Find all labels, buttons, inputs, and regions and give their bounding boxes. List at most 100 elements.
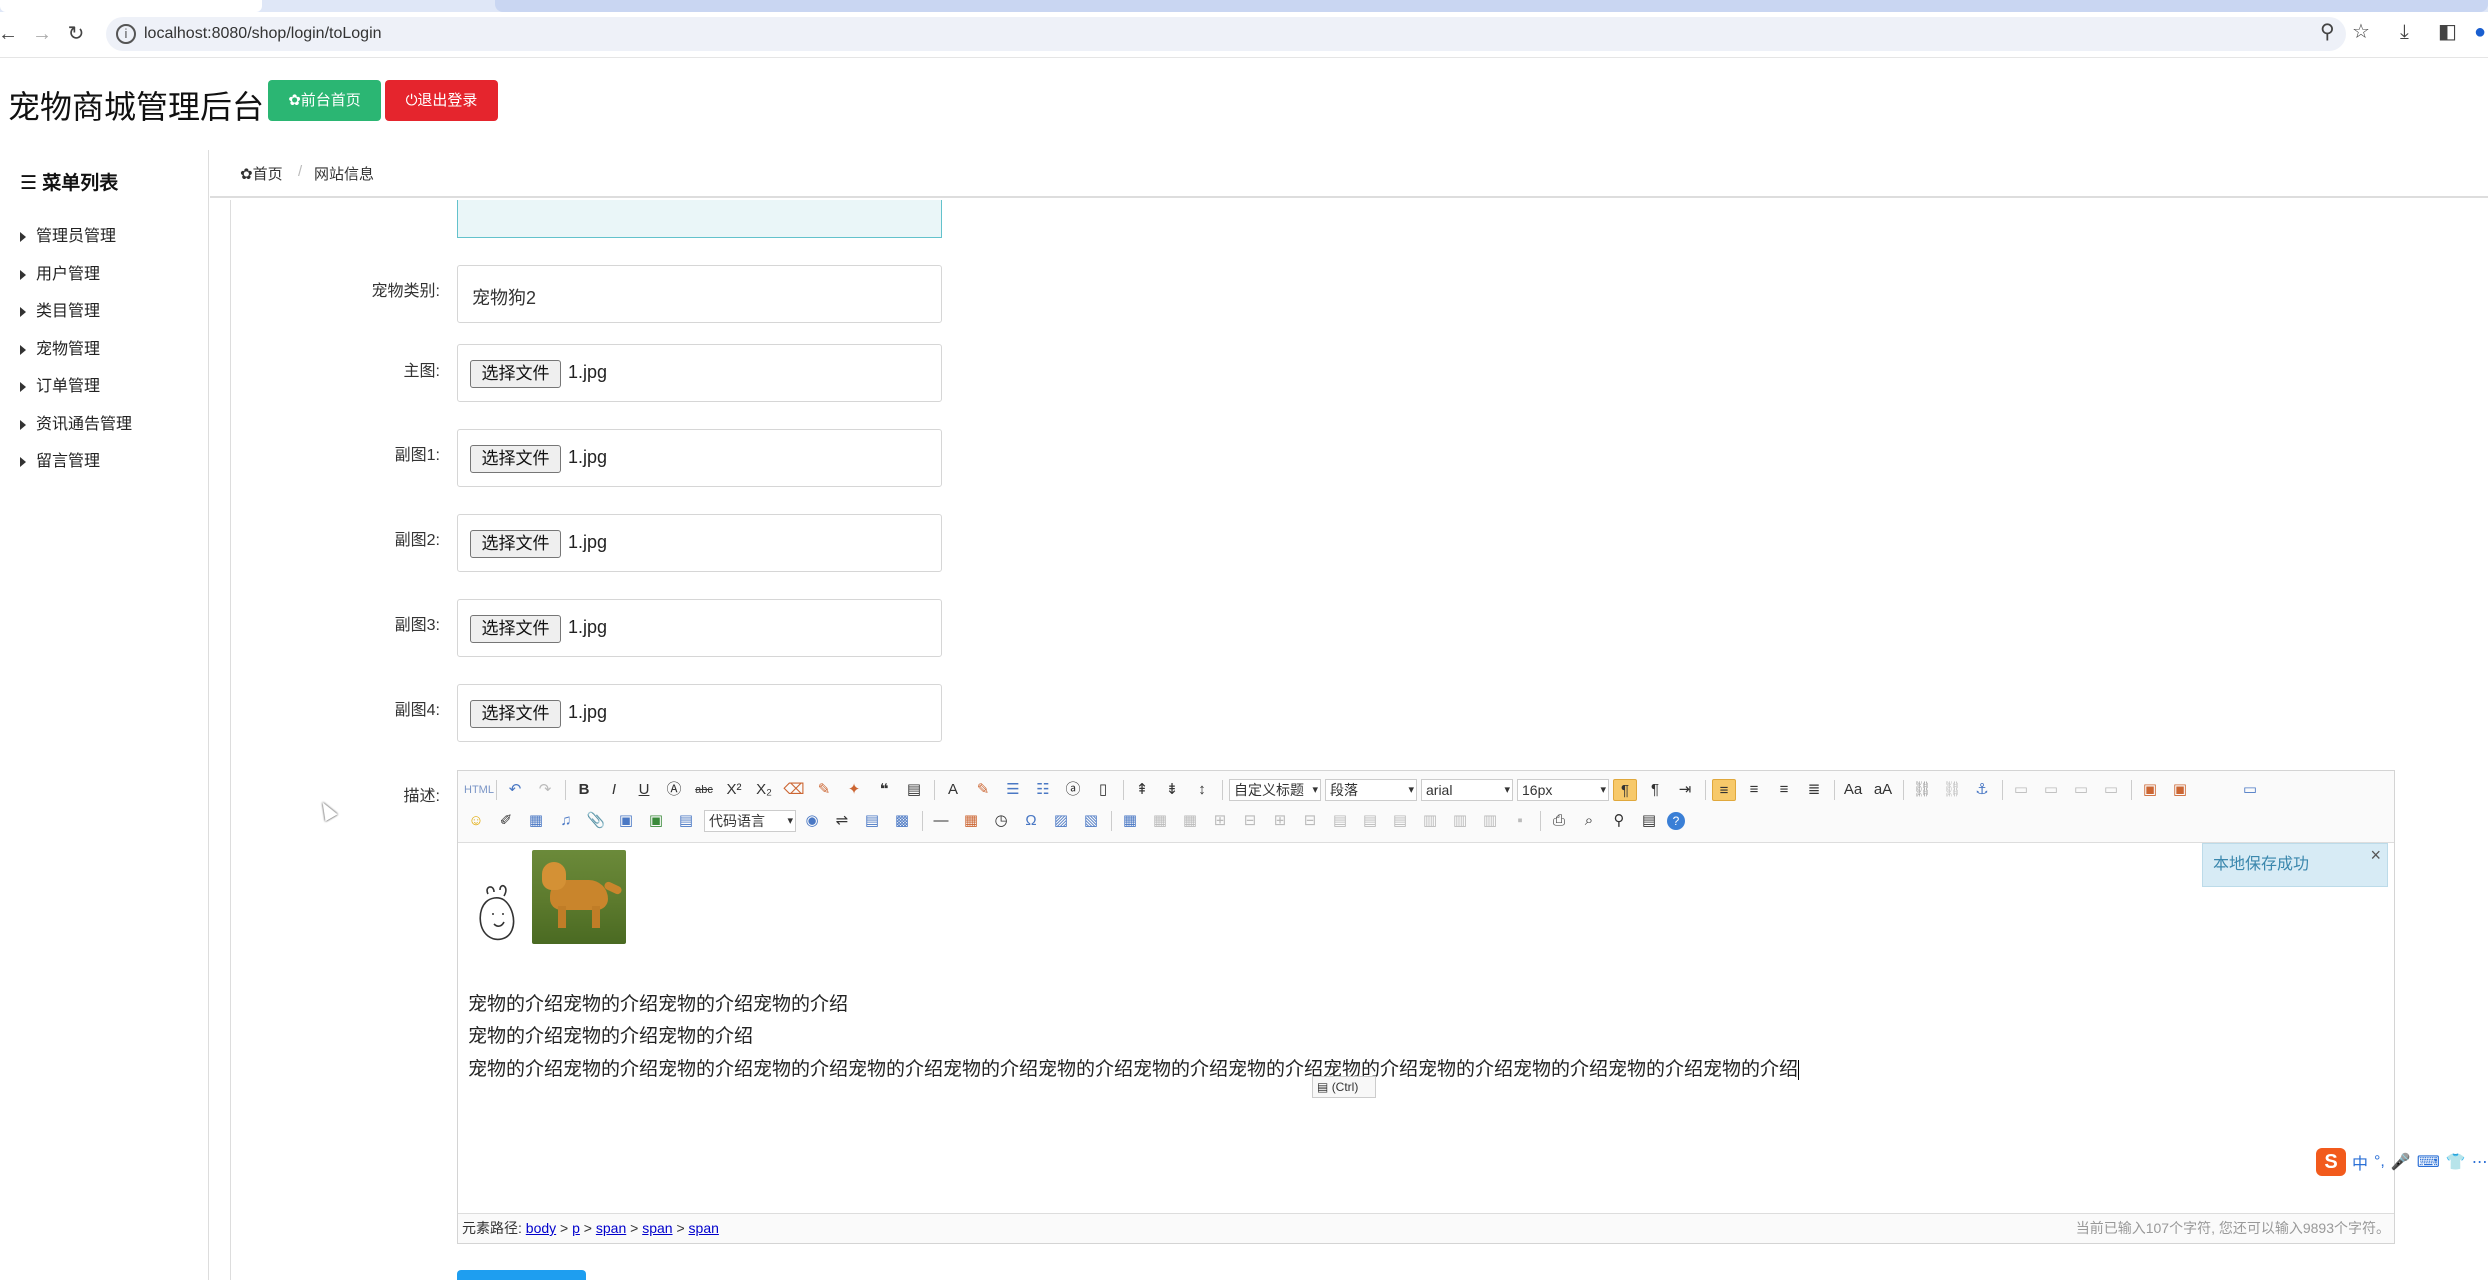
unordered-list-icon[interactable]: ☷ [1031,779,1055,801]
breadcrumb-home[interactable]: ✿首页 [240,163,283,184]
editor-paragraph[interactable]: 宠物的介绍宠物的介绍宠物的介绍宠物的介绍宠物的介绍宠物的介绍宠物的介绍宠物的介绍… [468,1054,1800,1081]
editor-paragraph[interactable]: 宠物的介绍宠物的介绍宠物的介绍宠物的介绍 [468,989,848,1016]
merge-cells-icon[interactable]: ▤ [1328,810,1352,832]
page-break-icon[interactable]: ⇌ [830,810,854,832]
choose-file-button[interactable]: 选择文件 [470,445,561,473]
bookmark-star-icon[interactable]: ☆ [2352,20,2370,44]
format-brush-icon[interactable]: ✎ [812,779,836,801]
address-bar[interactable]: i localhost:8080/shop/login/toLogin [106,17,2346,51]
merge-right-icon[interactable]: ▤ [1358,810,1382,832]
chart-icon[interactable]: ▪ [1508,810,1532,832]
underline-icon[interactable]: U [632,779,656,801]
align-justify-icon[interactable]: ≣ [1802,779,1826,801]
align-right-icon[interactable]: ≡ [1772,779,1796,801]
to-uppercase-icon[interactable]: Aa [1841,779,1865,801]
browser-tab-active[interactable] [0,0,262,12]
font-size-select[interactable]: 16px [1517,779,1609,801]
link-icon[interactable]: ⛓ [1910,779,1934,801]
scrawl-icon[interactable]: ✐ [494,810,518,832]
font-border-icon[interactable]: Ⓐ [662,779,686,801]
editor-paragraph[interactable]: 宠物的介绍宠物的介绍宠物的介绍 [468,1021,753,1048]
map-icon[interactable]: ▨ [1049,810,1073,832]
help-icon[interactable]: ? [1667,812,1685,830]
template-icon[interactable]: ◉ [800,810,824,832]
side-panel-icon[interactable]: ◧ [2438,20,2457,44]
editor-content[interactable]: 宠物的介绍宠物的介绍宠物的介绍宠物的介绍 宠物的介绍宠物的介绍宠物的介绍 宠物的… [458,844,2394,1214]
insert-paragraph-before-table-icon[interactable]: ▦ [1178,810,1202,832]
print-icon[interactable]: ⎙ [1547,810,1571,832]
html-source-icon[interactable]: HTML [464,779,494,801]
sub-image-3-file-input[interactable]: 选择文件 1.jpg [457,599,942,657]
element-path-link[interactable]: p [572,1220,580,1236]
dog-photo[interactable] [532,850,626,944]
element-path-link[interactable]: span [642,1220,672,1236]
image-right-icon[interactable]: ▭ [2069,779,2093,801]
font-color-icon[interactable]: A [941,779,965,801]
date-icon[interactable]: ▦ [959,810,983,832]
ordered-list-icon[interactable]: ☰ [1001,779,1025,801]
attachment-icon[interactable]: 📎 [584,810,608,832]
italic-icon[interactable]: I [602,779,626,801]
submit-button[interactable] [457,1270,586,1280]
web-image-icon[interactable]: ▤ [674,810,698,832]
insert-code-icon[interactable]: ▣ [644,810,668,832]
strikethrough-icon[interactable]: abc [692,779,716,801]
gmap-icon[interactable]: ▧ [1079,810,1103,832]
category-field[interactable]: 宠物狗2 [457,265,942,323]
image-none-icon[interactable]: ▭ [2009,779,2033,801]
subscript-icon[interactable]: X₂ [752,779,776,801]
browser-tab[interactable] [495,0,2488,12]
split-cols-icon[interactable]: ▥ [1478,810,1502,832]
sub-image-4-file-input[interactable]: 选择文件 1.jpg [457,684,942,742]
music-icon[interactable]: ♫ [554,810,578,832]
drafts-icon[interactable]: ▤ [1637,810,1661,832]
image-center-icon[interactable]: ▭ [2099,779,2123,801]
redo-icon[interactable]: ↷ [533,779,557,801]
superscript-icon[interactable]: X² [722,779,746,801]
sidebar-item-categories[interactable]: 类目管理 [20,297,100,321]
sub-image-1-file-input[interactable]: 选择文件 1.jpg [457,429,942,487]
background-color-icon[interactable]: ✎ [971,779,995,801]
clear-doc-icon[interactable]: ▯ [1091,779,1115,801]
merge-down-icon[interactable]: ▤ [1388,810,1412,832]
insert-col-icon[interactable]: ⊞ [1268,810,1292,832]
sidebar-item-messages[interactable]: 留言管理 [20,447,100,471]
image-left-icon[interactable]: ▭ [2039,779,2063,801]
sticker-image[interactable] [474,884,522,944]
zoom-icon[interactable]: ⚲ [2320,20,2335,44]
preview-icon[interactable]: ⌕ [1577,810,1601,832]
rich-text-editor[interactable]: HTML ↶ ↷ B I U Ⓐ abc X² X₂ ⌫ ✎ ✦ ❝ ▤ A ✎… [457,770,2395,1244]
insert-table-icon[interactable]: ▦ [1118,810,1142,832]
choose-file-button[interactable]: 选择文件 [470,530,561,558]
back-icon[interactable]: ← [0,22,20,46]
element-path-link[interactable]: body [526,1220,556,1236]
rtl-direction-icon[interactable]: ¶ [1643,779,1667,801]
search-replace-icon[interactable]: ⚲ [1607,810,1631,832]
choose-file-button[interactable]: 选择文件 [470,700,561,728]
undo-icon[interactable]: ↶ [503,779,527,801]
ime-mic-icon[interactable]: 🎤 [2391,1152,2411,1172]
profile-icon[interactable]: ● [2474,20,2486,44]
toast-close-icon[interactable]: × [2370,834,2381,876]
line-height-icon[interactable]: ↕ [1190,779,1214,801]
insert-row-icon[interactable]: ⊞ [1208,810,1232,832]
row-spacing-top-icon[interactable]: ⇞ [1130,779,1154,801]
align-center-icon[interactable]: ≡ [1742,779,1766,801]
address-url[interactable]: localhost:8080/shop/login/toLogin [144,25,382,43]
insert-frame-icon[interactable]: ▣ [614,810,638,832]
download-icon[interactable]: ⤓ [2400,20,2409,44]
unlink-icon[interactable]: ⛓ [1940,779,1964,801]
emotion-icon[interactable]: ☺ [464,810,488,832]
blockquote-icon[interactable]: ❝ [872,779,896,801]
sogou-logo-icon[interactable]: S [2316,1148,2346,1176]
insert-image-icon[interactable]: ▣ [2168,779,2192,801]
background-icon[interactable]: ▤ [860,810,884,832]
previous-field[interactable] [457,200,942,238]
split-cells-icon[interactable]: ▥ [1418,810,1442,832]
sub-image-2-file-input[interactable]: 选择文件 1.jpg [457,514,942,572]
ime-more-icon[interactable]: ⋯ [2472,1152,2488,1172]
special-char-icon[interactable]: Ω [1019,810,1043,832]
element-path-link[interactable]: span [689,1220,719,1236]
reload-icon[interactable]: ↻ [64,22,88,46]
split-rows-icon[interactable]: ▥ [1448,810,1472,832]
